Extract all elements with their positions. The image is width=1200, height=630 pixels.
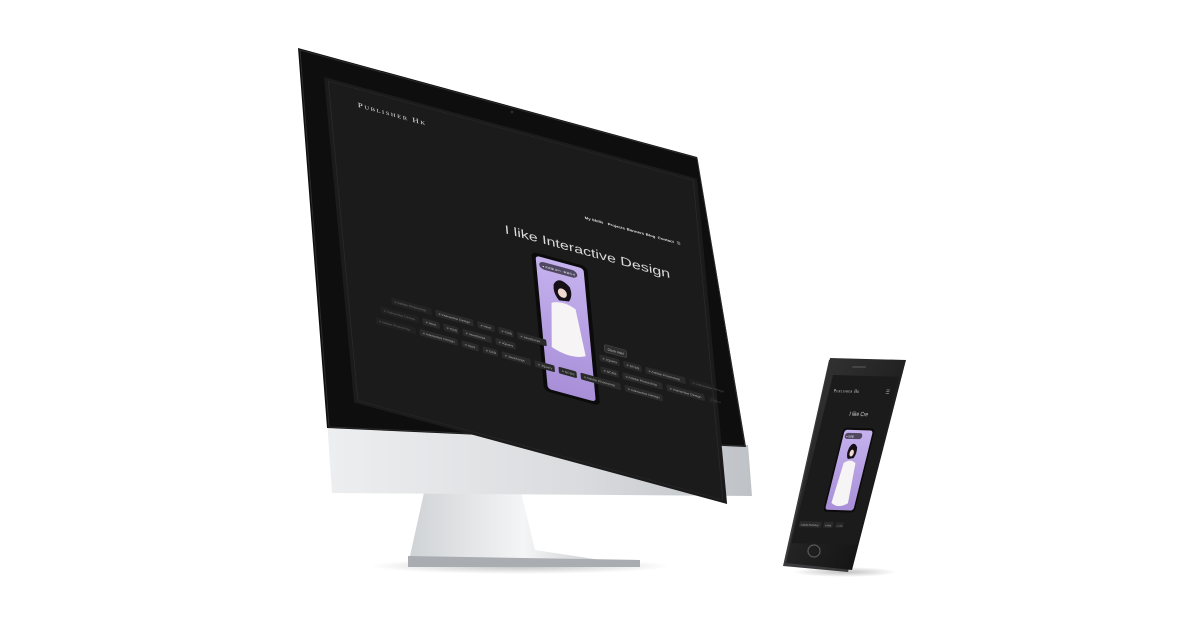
desktop-camera-icon [510,110,514,114]
mobile-hero-title: I like Cre [848,411,868,418]
tag-label: # CSS [836,524,843,527]
mobile-chip-text: ● 프로필 [846,434,855,439]
mobile-speaker [852,366,866,368]
device-mockup-canvas: Publisher Hk My Skills Projects Banners … [298,48,906,577]
mobile-brand[interactable]: Publisher Hk [833,388,860,394]
desktop-mockup: Publisher Hk My Skills Projects Banners … [298,48,752,574]
tag-label: # Adobe Photoshop [800,523,819,527]
mockup-stage: Publisher Hk My Skills Projects Banners … [0,0,1200,630]
mobile-mockup: Publisher Hk ☰ I like Cre ● 프로필 # Adobe … [783,358,906,577]
desktop-stand [408,488,640,566]
